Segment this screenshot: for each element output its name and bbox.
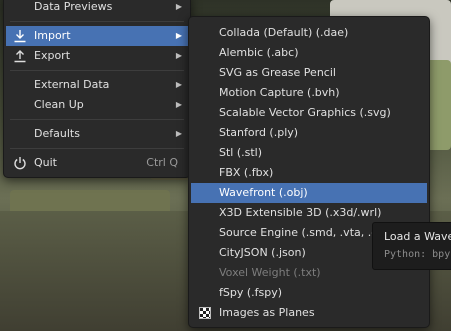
menu-item-label: Images as Planes [219,306,315,319]
tooltip-python: Python: bpy [384,249,451,260]
menu-item-data-previews[interactable]: Data Previews ▶ [6,0,188,17]
menu-item-label: FBX (.fbx) [219,166,274,179]
menu-item-label: Scalable Vector Graphics (.svg) [219,106,391,119]
menu-item-label: Clean Up [34,98,84,111]
menu-item-label: Collada (Default) (.dae) [219,26,349,39]
menu-item-label: External Data [34,78,110,91]
menu-item-label: Defaults [34,127,80,140]
menu-item-label: Export [34,49,71,62]
menu-item-label: SVG as Grease Pencil [219,66,336,79]
tooltip: Load a Wavefr Python: bpy [372,222,451,270]
import-fbx[interactable]: FBX (.fbx) [191,163,427,183]
menu-item-label: Data Previews [34,0,113,13]
menu-item-label: Import [34,29,71,42]
import-wavefront[interactable]: Wavefront (.obj) [191,183,427,203]
menu-item-label: Motion Capture (.bvh) [219,86,340,99]
import-images-as-planes[interactable]: Images as Planes [191,303,427,323]
import-alembic[interactable]: Alembic (.abc) [191,43,427,63]
menu-item-label: X3D Extensible 3D (.x3d/.wrl) [219,206,382,219]
menu-item-label: Voxel Weight (.txt) [219,266,321,279]
menu-separator [10,70,184,71]
export-icon [12,48,28,64]
menu-item-clean-up[interactable]: Clean Up ▶ [6,95,188,115]
import-fspy[interactable]: fSpy (.fspy) [191,283,427,303]
menu-item-external-data[interactable]: External Data ▶ [6,75,188,95]
import-svg[interactable]: Scalable Vector Graphics (.svg) [191,103,427,123]
menu-item-defaults[interactable]: Defaults ▶ [6,124,188,144]
checker-icon [197,305,213,321]
menu-separator [10,21,184,22]
import-icon [12,28,28,44]
menu-item-label: Alembic (.abc) [219,46,299,59]
file-menu: Data Previews ▶ Import ▶ Export ▶ Extern… [3,0,191,178]
import-x3d[interactable]: X3D Extensible 3D (.x3d/.wrl) [191,203,427,223]
submenu-arrow-icon: ▶ [175,2,182,11]
menu-item-quit[interactable]: Quit Ctrl Q [6,153,188,173]
import-stl[interactable]: Stl (.stl) [191,143,427,163]
submenu-arrow-icon: ▶ [175,129,182,138]
menu-item-label: fSpy (.fspy) [219,286,283,299]
menu-item-label: Wavefront (.obj) [219,186,308,199]
menu-separator [10,148,184,149]
menu-item-label: Stanford (.ply) [219,126,299,139]
menu-separator [10,119,184,120]
submenu-arrow-icon: ▶ [175,80,182,89]
submenu-arrow-icon: ▶ [175,31,182,40]
import-motion-capture[interactable]: Motion Capture (.bvh) [191,83,427,103]
import-svg-grease-pencil[interactable]: SVG as Grease Pencil [191,63,427,83]
import-submenu: Collada (Default) (.dae) Alembic (.abc) … [188,16,430,328]
import-collada[interactable]: Collada (Default) (.dae) [191,23,427,43]
import-stanford[interactable]: Stanford (.ply) [191,123,427,143]
menu-item-label: Quit [34,156,57,169]
submenu-arrow-icon: ▶ [175,100,182,109]
menu-item-import[interactable]: Import ▶ [6,26,188,46]
menu-item-label: Source Engine (.smd, .vta, .dm [219,226,389,239]
shortcut-label: Ctrl Q [146,156,178,169]
menu-item-label: CityJSON (.json) [219,246,306,259]
tooltip-title: Load a Wavefr [384,230,451,243]
menu-item-export[interactable]: Export ▶ [6,46,188,66]
menu-item-label: Stl (.stl) [219,146,263,159]
power-icon [12,155,28,171]
submenu-arrow-icon: ▶ [175,51,182,60]
